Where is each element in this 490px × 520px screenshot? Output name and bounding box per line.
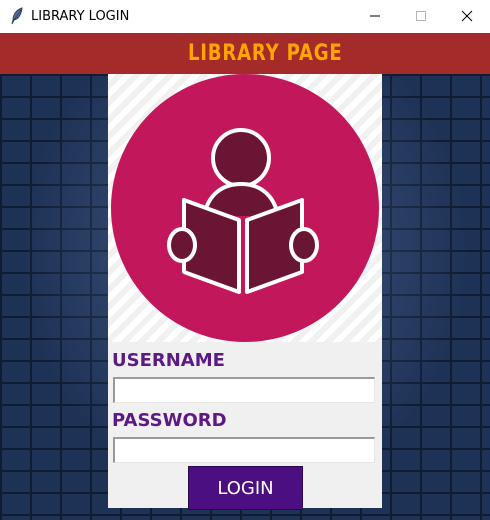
password-label: PASSWORD	[112, 410, 227, 431]
login-panel: USERNAME PASSWORD LOGIN	[108, 74, 382, 510]
close-icon	[461, 10, 473, 22]
maximize-icon	[415, 10, 427, 22]
logo-area	[108, 74, 382, 342]
minimize-button[interactable]	[352, 0, 398, 32]
minimize-icon	[369, 10, 381, 22]
window-controls	[352, 0, 490, 32]
feather-icon	[9, 7, 25, 25]
header-banner: LIBRARY PAGE	[0, 33, 490, 74]
app-window: LIBRARY LOGIN LIBRARY PAGE USERNAME PASS…	[0, 0, 490, 520]
title-bar[interactable]: LIBRARY LOGIN	[0, 0, 490, 32]
close-button[interactable]	[444, 0, 490, 32]
reader-icon	[111, 74, 379, 342]
window-title: LIBRARY LOGIN	[31, 8, 130, 24]
password-input[interactable]	[113, 437, 375, 463]
page-title: LIBRARY PAGE	[187, 41, 343, 66]
username-input[interactable]	[113, 377, 375, 403]
maximize-button[interactable]	[398, 0, 444, 32]
login-button[interactable]: LOGIN	[188, 466, 303, 510]
username-label: USERNAME	[112, 350, 225, 371]
